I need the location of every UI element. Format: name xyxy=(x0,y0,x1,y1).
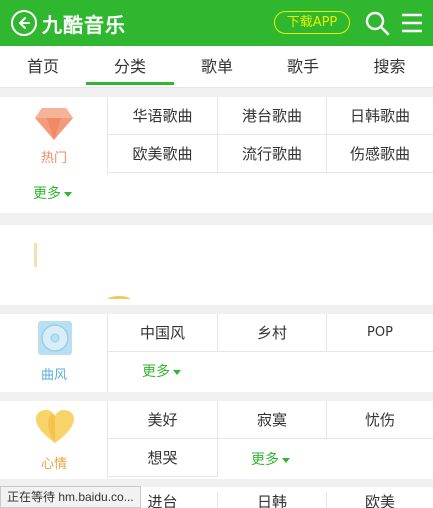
tab-home[interactable]: 首页 xyxy=(0,46,86,88)
section-mood-label: 心情 xyxy=(40,457,67,472)
chevron-down-icon xyxy=(64,191,72,197)
chevron-down-icon xyxy=(282,457,290,463)
section-loading xyxy=(0,225,433,305)
tab-search[interactable]: 搜索 xyxy=(346,46,433,88)
category-item[interactable]: 寂寞 xyxy=(218,401,327,439)
download-app-button[interactable]: 下载APP xyxy=(274,11,350,34)
heart-icon xyxy=(36,410,74,443)
more-button[interactable]: 更多 xyxy=(33,183,72,203)
section-style: 曲风 中国风 乡村 POP 更多 xyxy=(0,314,433,392)
active-tab-indicator xyxy=(86,82,174,85)
category-item[interactable]: 欧美歌曲 xyxy=(108,135,218,173)
tab-playlist[interactable]: 歌单 xyxy=(174,46,260,88)
nav-tabs: 首页 分类 歌单 歌手 搜索 xyxy=(0,46,433,88)
category-item[interactable]: 中国风 xyxy=(108,314,218,352)
category-item[interactable]: 日韩歌曲 xyxy=(327,97,433,135)
more-label: 更多 xyxy=(142,364,170,380)
more-label: 更多 xyxy=(251,452,279,468)
category-item[interactable]: POP xyxy=(327,314,433,352)
section-hot: 热门 华语歌曲 港台歌曲 日韩歌曲 欧美歌曲 流行歌曲 伤感歌曲 更多 xyxy=(0,97,433,213)
section-gap xyxy=(0,305,433,314)
category-item[interactable]: 欧美 xyxy=(327,492,433,508)
section-mood-icon-cell: 心情 xyxy=(0,401,108,479)
section-style-label: 曲风 xyxy=(40,368,67,383)
category-item[interactable]: 港台歌曲 xyxy=(218,97,327,135)
section-gap xyxy=(0,88,433,97)
menu-icon xyxy=(402,13,422,33)
back-button[interactable] xyxy=(11,10,37,36)
chevron-down-icon xyxy=(173,369,181,375)
search-icon xyxy=(365,11,390,36)
browser-status-bar: 正在等待 hm.baidu.co... xyxy=(0,486,141,508)
diamond-icon xyxy=(35,108,73,140)
search-button[interactable] xyxy=(364,10,390,36)
app-title: 九酷音乐 xyxy=(42,13,126,37)
category-item[interactable]: 日韩 xyxy=(218,492,327,508)
category-item[interactable]: 想哭 xyxy=(108,439,218,477)
category-item[interactable]: 乡村 xyxy=(218,314,327,352)
category-item[interactable]: 美好 xyxy=(108,401,218,439)
loading-placeholder xyxy=(34,243,37,267)
category-item[interactable]: 伤感歌曲 xyxy=(327,135,433,173)
section-hot-icon-cell: 热门 xyxy=(0,97,108,175)
section-hot-label: 热门 xyxy=(40,151,67,166)
disc-icon xyxy=(38,321,72,355)
category-item[interactable]: 忧伤 xyxy=(327,401,433,439)
more-button[interactable]: 更多 xyxy=(251,449,290,469)
back-arrow-icon xyxy=(19,17,30,29)
section-mood: 心情 美好 寂寞 忧伤 想哭 更多 xyxy=(0,401,433,479)
category-item[interactable]: 流行歌曲 xyxy=(218,135,327,173)
more-label: 更多 xyxy=(33,186,61,202)
loading-placeholder xyxy=(108,296,130,302)
more-button[interactable]: 更多 xyxy=(142,361,181,381)
section-style-icon-cell: 曲风 xyxy=(0,314,108,392)
app-header: 九酷音乐 下载APP xyxy=(0,0,433,46)
section-gap xyxy=(0,392,433,401)
tab-singer[interactable]: 歌手 xyxy=(260,46,346,88)
category-item[interactable]: 华语歌曲 xyxy=(108,97,218,135)
menu-button[interactable] xyxy=(401,12,423,34)
section-gap xyxy=(0,213,433,225)
